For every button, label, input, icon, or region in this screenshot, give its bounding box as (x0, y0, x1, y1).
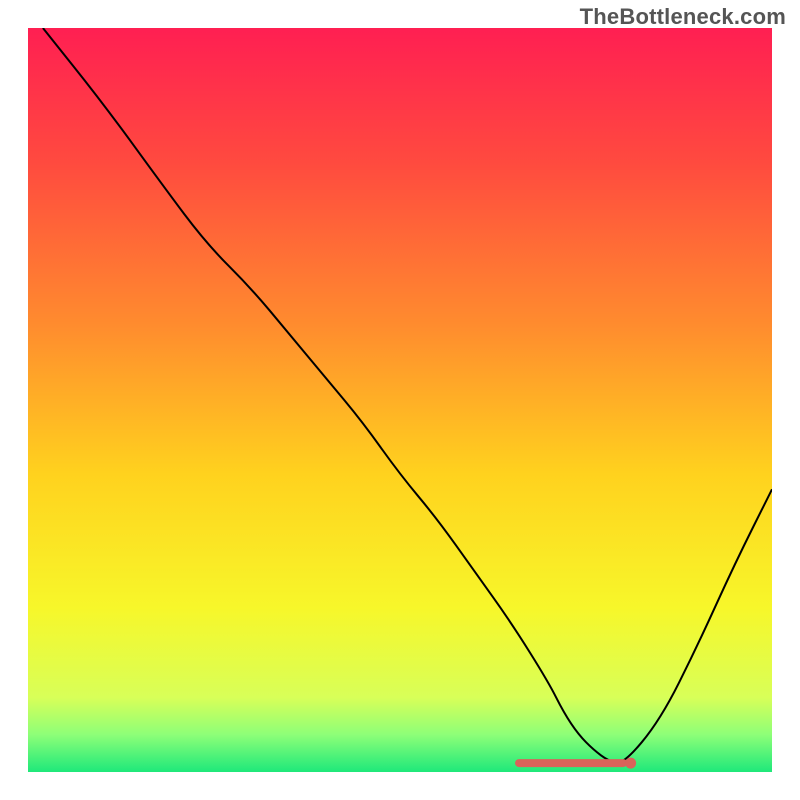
gradient-rect (28, 28, 772, 772)
chart-svg (28, 28, 772, 772)
highlight-end-dot (626, 758, 636, 768)
watermark-text: TheBottleneck.com (580, 4, 786, 30)
chart-container: TheBottleneck.com (0, 0, 800, 800)
